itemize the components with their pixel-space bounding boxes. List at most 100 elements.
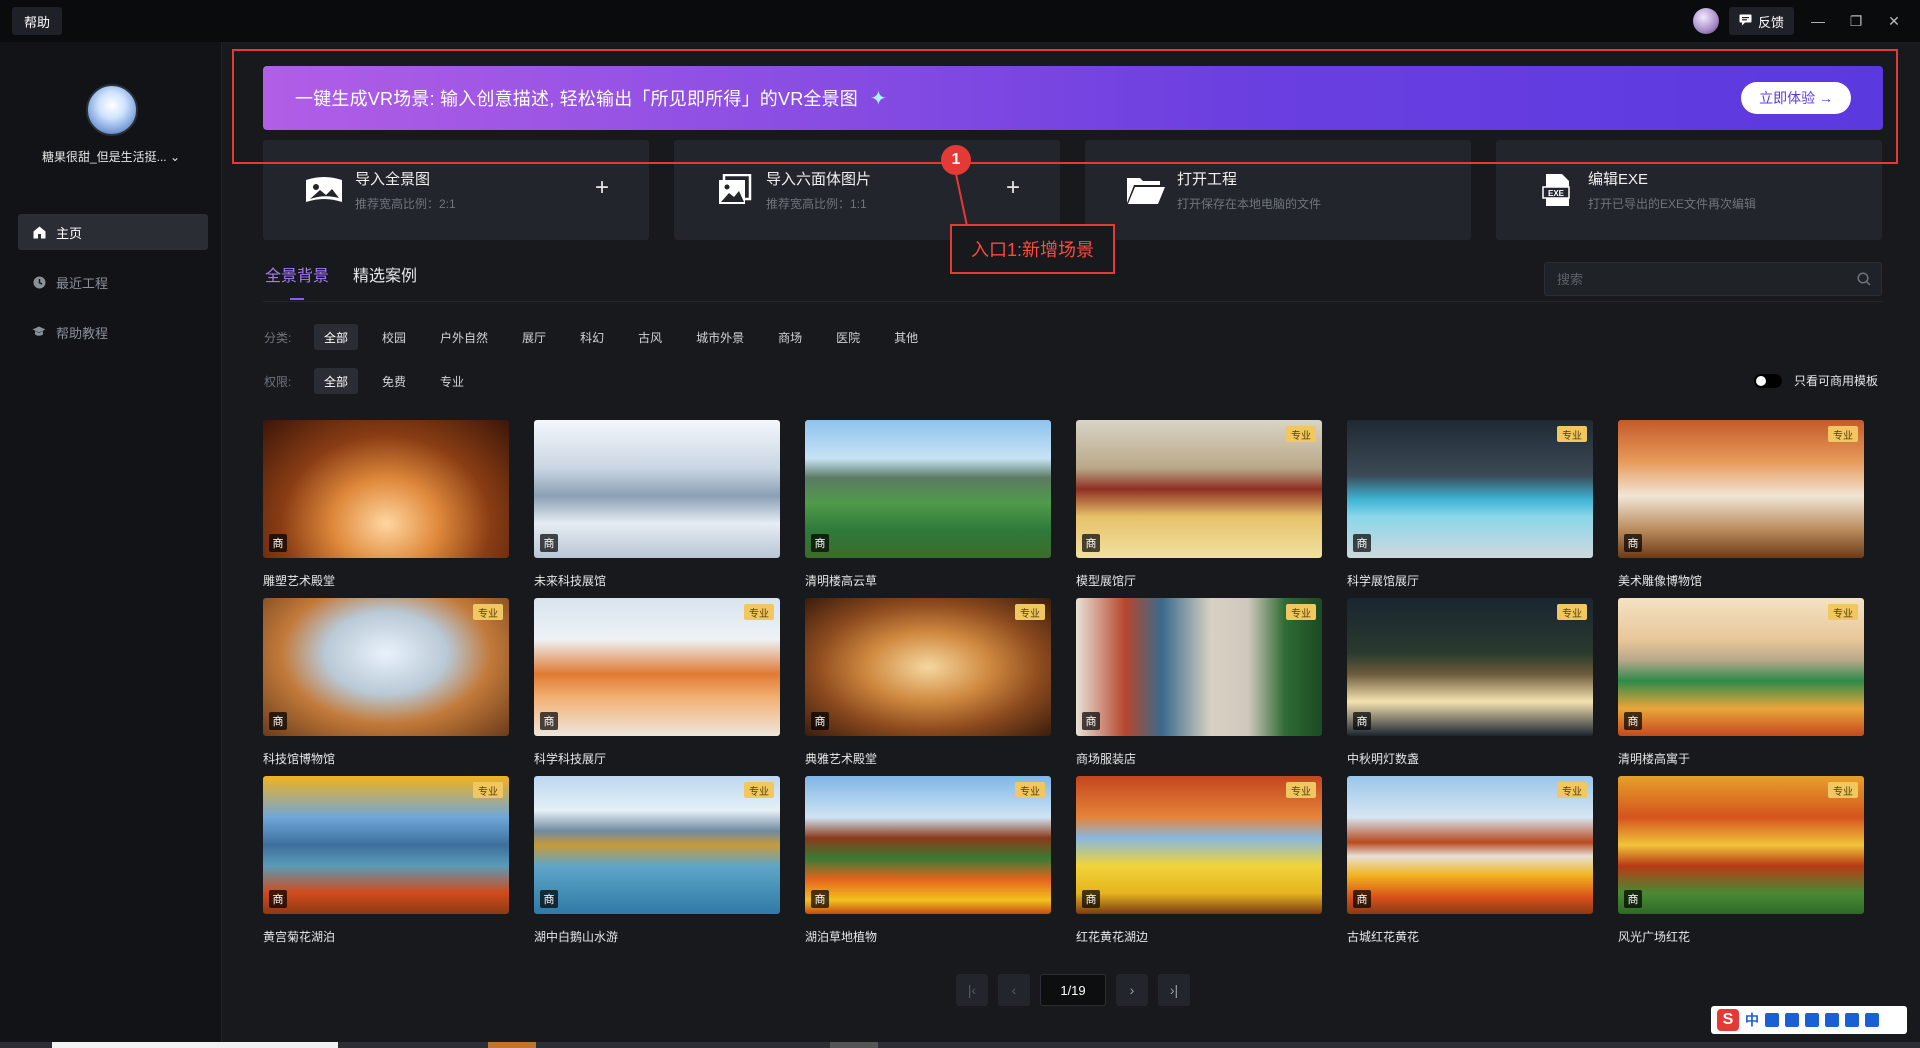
sidebar-item-home[interactable]: 主页 [18,214,208,250]
ime-skin-icon[interactable] [1825,1013,1839,1027]
category-chip-scifi[interactable]: 科幻 [570,324,614,350]
ime-logo-icon[interactable]: S [1717,1009,1739,1031]
sparkle-icon: ✦ [870,87,887,110]
pro-badge: 专业 [1557,782,1587,798]
commercial-badge: 商 [269,534,287,552]
template-card[interactable]: 专业 商 典雅艺术殿堂 [805,598,1051,776]
action-subtitle: 推荐宽高比例：1:1 [766,197,867,211]
commercial-badge: 商 [811,534,829,552]
ime-keyboard-icon[interactable] [1805,1013,1819,1027]
user-avatar[interactable] [86,84,138,136]
template-thumbnail: 专业 商 [1347,420,1593,558]
category-chip-exhibition[interactable]: 展厅 [512,324,556,350]
category-chip-outdoor[interactable]: 户外自然 [430,324,498,350]
ime-toolbox-icon[interactable] [1845,1013,1859,1027]
pro-badge: 专业 [1557,604,1587,620]
sidebar-item-recent[interactable]: 最近工程 [18,264,208,300]
template-card[interactable]: 专业 商 湖泊草地植物 [805,776,1051,954]
commercial-only-toggle[interactable] [1754,373,1782,388]
template-card[interactable]: 专业 商 古城红花黄花 [1347,776,1593,954]
permission-chip-all[interactable]: 全部 [314,368,359,394]
ai-vr-banner[interactable]: 一键生成VR场景: 输入创意描述, 轻松输出「所见即所得」的VR全景图 ✦ 立即… [263,66,1883,130]
category-chip-all[interactable]: 全部 [314,324,359,350]
tab-panorama-backgrounds[interactable]: 全景背景 [265,262,329,286]
ime-microphone-icon[interactable] [1785,1013,1799,1027]
permission-chip-free[interactable]: 免费 [372,368,416,394]
panorama-icon [303,172,345,208]
edit-exe-card[interactable]: EXE 编辑EXE 打开已导出的EXE文件再次编辑 [1496,140,1882,240]
search-box [1544,262,1882,296]
template-thumbnail: 专业 商 [1347,598,1593,736]
template-card[interactable]: 专业 商 美术雕像博物馆 [1618,420,1864,598]
open-project-card[interactable]: 打开工程 打开保存在本地电脑的文件 [1085,140,1471,240]
template-card[interactable]: 专业 商 黄宫菊花湖泊 [263,776,509,954]
action-subtitle: 打开保存在本地电脑的文件 [1177,197,1322,211]
template-thumbnail: 商 [263,420,509,558]
tab-featured-cases[interactable]: 精选案例 [353,262,417,286]
action-title: 打开工程 [1177,171,1238,188]
template-title: 科学展馆展厅 [1347,574,1420,588]
template-title: 清明楼高寓于 [1618,752,1691,766]
commercial-badge: 商 [1624,712,1642,730]
commercial-badge: 商 [1624,534,1642,552]
taskbar-app-window[interactable] [52,1042,338,1048]
template-card[interactable]: 专业 商 科技馆博物馆 [263,598,509,776]
commercial-only-toggle-wrap: 只看可商用模板 [1754,372,1878,389]
page-indicator[interactable]: 1/19 [1040,974,1106,1006]
commercial-badge: 商 [540,534,558,552]
category-chip-cityscape[interactable]: 城市外景 [686,324,754,350]
sidebar-item-tutorial[interactable]: 帮助教程 [18,314,208,350]
import-panorama-card[interactable]: 导入全景图 推荐宽高比例：2:1 + [263,140,649,240]
category-chip-ancient[interactable]: 古风 [628,324,672,350]
ime-language-toggle[interactable]: 中 [1745,1010,1759,1030]
template-card[interactable]: 专业 商 中秋明灯数盏 [1347,598,1593,776]
next-page-button[interactable]: › [1116,974,1148,1006]
template-card[interactable]: 商 未来科技展馆 [534,420,780,598]
ime-punctuation-icon[interactable] [1765,1013,1779,1027]
username-dropdown[interactable]: 糖果很甜_但是生活挺... ⌄ [20,148,202,165]
template-thumbnail: 专业 商 [1347,776,1593,914]
plus-icon: + [594,174,609,201]
prev-page-button[interactable]: ‹ [998,974,1030,1006]
help-button[interactable]: 帮助 [12,7,63,35]
template-title: 黄宫菊花湖泊 [263,930,336,944]
template-card[interactable]: 商 雕塑艺术殿堂 [263,420,509,598]
permission-chip-pro[interactable]: 专业 [430,368,474,394]
commercial-badge: 商 [540,712,558,730]
commercial-badge: 商 [269,890,287,908]
sidebar: 糖果很甜_但是生活挺... ⌄ 主页 最近工程 帮助教程 [0,42,222,1048]
template-title: 科学科技展厅 [534,752,607,766]
template-card[interactable]: 专业 商 科学展馆展厅 [1347,420,1593,598]
template-card[interactable]: 专业 商 风光广场红花 [1618,776,1864,954]
first-page-button[interactable]: |‹ [956,974,988,1006]
template-card[interactable]: 商 清明楼高云草 [805,420,1051,598]
category-chip-hospital[interactable]: 医院 [826,324,870,350]
template-card[interactable]: 专业 商 湖中白鹅山水游 [534,776,780,954]
template-card[interactable]: 专业 商 红花黄花湖边 [1076,776,1322,954]
minimize-icon[interactable]: — [1804,7,1832,35]
commercial-badge: 商 [811,712,829,730]
pro-badge: 专业 [744,782,774,798]
search-input[interactable] [1557,271,1847,287]
taskbar-app-icon[interactable] [830,1042,878,1048]
try-now-button[interactable]: 立即体验 → [1741,82,1851,114]
pro-badge: 专业 [1286,426,1316,442]
last-page-button[interactable]: ›| [1158,974,1190,1006]
template-card[interactable]: 专业 商 科学科技展厅 [534,598,780,776]
folder-icon [1125,172,1167,208]
restore-icon[interactable]: ❐ [1842,7,1870,35]
category-chip-other[interactable]: 其他 [884,324,928,350]
template-card[interactable]: 专业 商 清明楼高寓于 [1618,598,1864,776]
template-card[interactable]: 专业 商 模型展馆厅 [1076,420,1322,598]
template-card[interactable]: 专业 商 商场服装店 [1076,598,1322,776]
taskbar-app-icon[interactable] [488,1042,536,1048]
category-chip-campus[interactable]: 校园 [372,324,416,350]
commercial-badge: 商 [1353,534,1371,552]
search-icon[interactable] [1847,272,1881,286]
category-chip-mall[interactable]: 商场 [768,324,812,350]
feedback-button[interactable]: 反馈 [1728,7,1794,35]
ime-settings-icon[interactable] [1865,1013,1879,1027]
close-icon[interactable]: ✕ [1880,7,1908,35]
template-thumbnail: 专业 商 [1076,420,1322,558]
user-avatar-small[interactable] [1692,8,1719,34]
